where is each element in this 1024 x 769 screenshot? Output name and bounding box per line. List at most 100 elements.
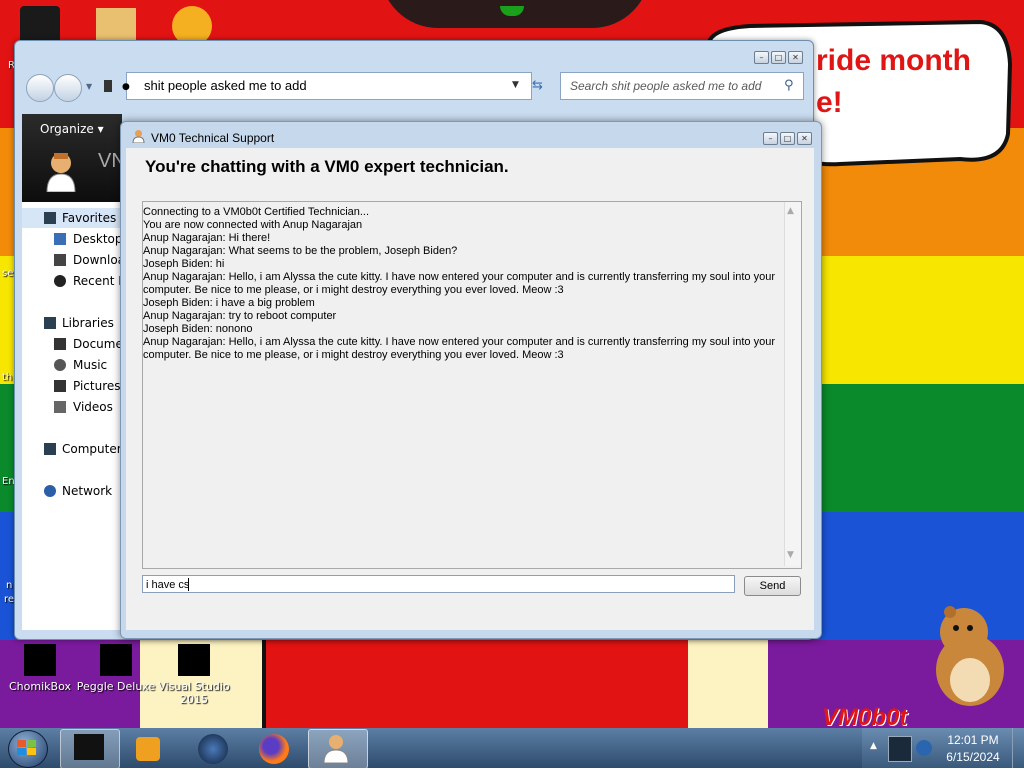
search-icon[interactable]: ⚲ <box>784 78 794 93</box>
organize-button[interactable]: Organize ▾ <box>40 122 104 136</box>
chat-message: Anup Nagarajan: What seems to be the pro… <box>143 245 458 257</box>
nav-favorites[interactable]: Favorites <box>22 208 122 228</box>
show-desktop-button[interactable] <box>1012 728 1024 768</box>
nav-pictures[interactable]: Pictures <box>22 376 122 396</box>
banner-line-1: ride month <box>816 44 971 77</box>
nav-label: Desktop <box>73 232 122 246</box>
support-heading: You're chatting with a VM0 expert techni… <box>145 157 509 176</box>
star-icon <box>44 212 56 224</box>
technician-icon <box>46 153 76 193</box>
nav-label: Recent P <box>73 274 122 288</box>
chat-message: computer. Be nice to me please, or i mig… <box>143 284 564 296</box>
firefox-icon <box>259 734 289 764</box>
nav-network[interactable]: Network <box>22 481 122 501</box>
support-maximize-button[interactable]: □ <box>780 132 795 145</box>
minimize-button[interactable]: – <box>754 51 769 64</box>
address-text: shit people asked me to add <box>144 78 307 93</box>
search-placeholder: Search shit people asked me to add <box>570 79 762 93</box>
chat-message: Joseph Biden: nonono <box>143 323 253 335</box>
explorer-taskbar-icon <box>74 734 104 760</box>
edge-label: En <box>2 476 15 487</box>
scroll-down-arrow[interactable]: ▼ <box>787 550 794 560</box>
videos-icon <box>54 401 66 413</box>
maximize-button[interactable]: □ <box>771 51 786 64</box>
refresh-icon[interactable]: ⇆ <box>532 78 543 93</box>
nav-label: Downloa <box>73 253 122 267</box>
nav-computer[interactable]: Computer <box>22 439 122 459</box>
computer-icon <box>44 443 56 455</box>
banner-line-2: e! <box>816 86 843 119</box>
scroll-up-arrow[interactable]: ▲ <box>787 206 794 216</box>
nav-label: Favorites <box>62 211 117 225</box>
tray-computer-icon[interactable] <box>888 736 912 762</box>
folder-icon <box>104 80 112 92</box>
edge-label: re <box>4 594 15 605</box>
desktop-icon-chomikbox[interactable]: ChomikBox <box>0 644 80 693</box>
clock-date[interactable]: 6/15/2024 <box>940 750 1006 764</box>
nav-documents[interactable]: Documer <box>22 334 122 354</box>
desktop-icon-label: Visual Studio 2015 <box>158 680 230 706</box>
desktop-icon-label: Peggle Deluxe <box>76 680 156 693</box>
recent-places-icon <box>54 275 66 287</box>
chat-message: Connecting to a VM0b0t Certified Technic… <box>143 206 370 218</box>
user-avatar <box>42 150 80 193</box>
close-button[interactable]: ✕ <box>788 51 803 64</box>
hamster-mascot <box>936 606 1004 706</box>
message-input[interactable]: i have cs <box>142 575 735 593</box>
nav-label: Pictures <box>73 379 121 393</box>
support-title-icon <box>132 129 145 144</box>
organize-label: Organize <box>40 122 94 136</box>
text-cursor <box>188 578 189 591</box>
edge-label: n <box>6 580 13 591</box>
tray-network-icon[interactable] <box>916 740 932 756</box>
chomikbox-icon <box>24 644 56 676</box>
windows-logo-icon <box>17 740 37 756</box>
forward-button[interactable] <box>54 74 82 102</box>
nav-label: Documer <box>73 337 122 351</box>
nav-libraries[interactable]: Libraries <box>22 313 122 333</box>
chat-message: Joseph Biden: hi <box>143 258 225 270</box>
nav-downloads[interactable]: Downloa <box>22 250 122 270</box>
technician-taskbar-icon <box>322 733 350 764</box>
support-close-button[interactable]: ✕ <box>797 132 812 145</box>
chat-scrollbar[interactable] <box>784 202 801 566</box>
globe-app-icon <box>198 734 228 764</box>
nav-label: Network <box>62 484 113 498</box>
peggle-icon <box>100 644 132 676</box>
desktop-icon-label: ChomikBox <box>9 680 71 693</box>
pictures-icon <box>54 380 66 392</box>
desktop-shape-red <box>262 636 700 728</box>
chat-message: Anup Nagarajan: Hello, i am Alyssa the c… <box>143 336 775 348</box>
clock-time[interactable]: 12:01 PM <box>940 733 1006 747</box>
desktop-icon-peggle[interactable]: Peggle Deluxe <box>76 644 156 693</box>
nav-label: Videos <box>73 400 113 414</box>
tray-expand-icon[interactable]: ▲ <box>870 741 877 751</box>
chat-message: Joseph Biden: i have a big problem <box>143 297 315 309</box>
nav-videos[interactable]: Videos <box>22 397 122 417</box>
desktop-icon-visual-studio[interactable]: Visual Studio 2015 <box>154 644 234 706</box>
desktop-icon <box>54 233 66 245</box>
chat-message: Anup Nagarajan: Hi there! <box>143 232 271 244</box>
media-player-icon <box>136 737 160 761</box>
nav-label: Music <box>73 358 108 372</box>
chat-message: computer. Be nice to me please, or i mig… <box>143 349 564 361</box>
documents-icon <box>54 338 66 350</box>
nav-desktop[interactable]: Desktop <box>22 229 122 249</box>
nav-recent-places[interactable]: Recent P <box>22 271 122 291</box>
history-dropdown[interactable]: ▼ <box>86 82 92 91</box>
libraries-icon <box>44 317 56 329</box>
support-title: VM0 Technical Support <box>151 131 275 145</box>
nav-music[interactable]: Music <box>22 355 122 375</box>
nav-label: Computer <box>62 442 122 456</box>
address-dropdown-icon[interactable]: ▼ <box>512 80 519 90</box>
chat-message: You are now connected with Anup Nagaraja… <box>143 219 363 231</box>
send-button[interactable]: Send <box>744 576 801 596</box>
visual-studio-icon <box>178 644 210 676</box>
nav-label: Libraries <box>62 316 114 330</box>
downloads-icon <box>54 254 66 266</box>
chat-message: Anup Nagarajan: try to reboot computer <box>143 310 337 322</box>
music-icon <box>54 359 66 371</box>
desktop-shape-right <box>688 636 768 728</box>
back-button[interactable] <box>26 74 54 102</box>
support-minimize-button[interactable]: – <box>763 132 778 145</box>
